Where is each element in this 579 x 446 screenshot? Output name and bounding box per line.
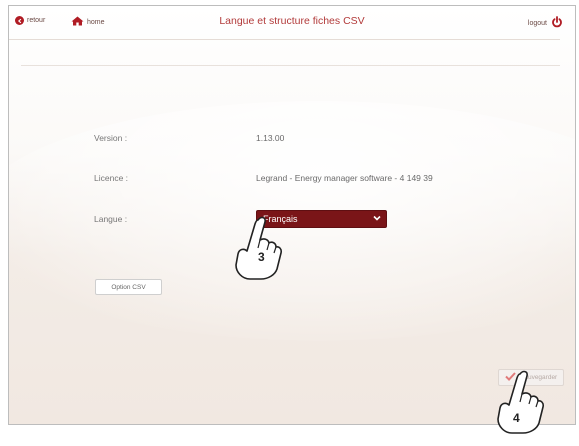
- header-divider: [9, 39, 560, 40]
- langue-label: Langue :: [94, 214, 128, 224]
- step-4-callout: 4: [513, 411, 520, 425]
- licence-label: Licence :: [94, 173, 129, 183]
- app-window: retour home Langue et structure fiches C…: [8, 5, 576, 425]
- content-divider: [21, 65, 560, 66]
- option-csv-button[interactable]: Option CSV: [95, 279, 162, 295]
- licence-value: Legrand - Energy manager software - 4 14…: [256, 173, 433, 183]
- header-bar: retour home Langue et structure fiches C…: [9, 6, 575, 38]
- logout-label: logout: [527, 19, 547, 27]
- step-3-callout: 3: [258, 250, 265, 264]
- power-icon: [551, 16, 563, 30]
- logout-button[interactable]: logout: [528, 16, 563, 30]
- page-title: Langue et structure fiches CSV: [219, 15, 365, 27]
- version-label: Version :: [94, 133, 128, 143]
- chevron-down-icon: [373, 214, 381, 222]
- version-value: 1.13.00: [256, 133, 285, 143]
- pointing-hand-icon: [490, 366, 550, 446]
